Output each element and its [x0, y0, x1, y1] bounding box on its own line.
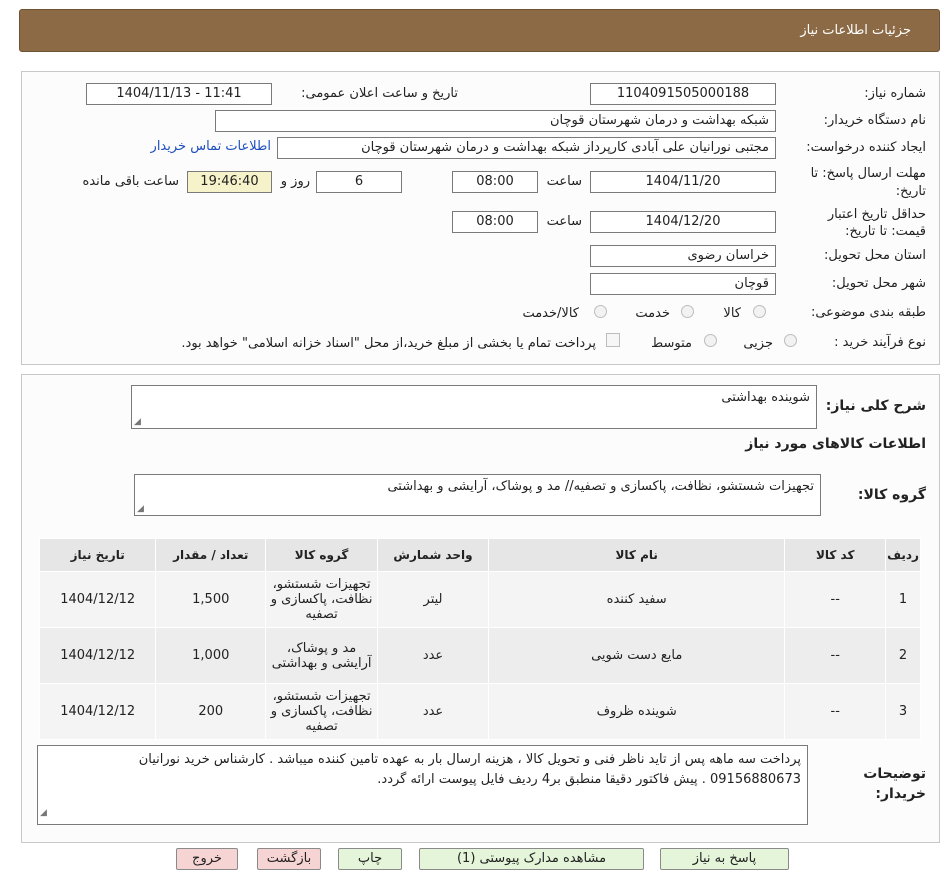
buyer-notes-textarea[interactable]: پرداخت سه ماهه پس از تاید ناظر فنی و تحو… [37, 745, 808, 825]
page-header: جزئیات اطلاعات نیاز [19, 9, 940, 52]
exit-button[interactable]: خروج [176, 848, 238, 870]
cell-unit: عدد [377, 683, 489, 740]
cell-group: تجهیزات شستشو، نظافت، پاکسازی و تصفیه [265, 683, 379, 740]
announce-label: تاریخ و ساعت اعلان عمومی: [301, 86, 458, 101]
announce-datetime-field: 1404/11/13 - 11:41 [86, 83, 272, 105]
process-option-minor: جزیی [743, 336, 773, 351]
category-radio-goods-service[interactable] [594, 305, 607, 318]
process-radio-medium[interactable] [704, 334, 717, 347]
category-option-service: خدمت [635, 306, 670, 321]
items-table: ردیف کد کالا نام کالا واحد شمارش گروه کا… [38, 538, 921, 740]
need-number-label: شماره نیاز: [864, 86, 926, 101]
cell-name: مایع دست شویی [487, 627, 786, 684]
days-remaining-field: 6 [316, 171, 402, 193]
process-option-medium: متوسط [651, 336, 692, 351]
resize-grip-icon: ◢ [40, 808, 47, 818]
view-attachments-button[interactable]: مشاهده مدارک پیوستی (1) [419, 848, 644, 870]
col-header-unit: واحد شمارش [377, 538, 489, 572]
buyer-notes-label-2: خریدار: [875, 786, 926, 802]
cell-group: مد و پوشاک، آرایشی و بهداشتی [265, 627, 379, 684]
category-option-goods: کالا [723, 306, 741, 321]
col-header-group: گروه کالا [265, 538, 379, 572]
print-button[interactable]: چاپ [338, 848, 402, 870]
category-option-goods-service: کالا/خدمت [522, 306, 579, 321]
goods-group-textarea[interactable]: تجهیزات شستشو، نظافت، پاکسازی و تصفیه// … [134, 474, 821, 516]
table-header-row: ردیف کد کالا نام کالا واحد شمارش گروه کا… [38, 538, 921, 572]
validity-time-field: 08:00 [452, 211, 538, 233]
col-header-quantity: تعداد / مقدار [155, 538, 267, 572]
category-label: طبقه بندی موضوعی: [810, 305, 926, 320]
cell-unit: لیتر [377, 571, 489, 628]
goods-group-text: تجهیزات شستشو، نظافت، پاکسازی و تصفیه// … [387, 479, 814, 494]
payment-note: پرداخت تمام یا بخشی از مبلغ خرید،از محل … [181, 336, 596, 351]
cell-code: -- [784, 571, 887, 628]
cell-quantity: 1,500 [155, 571, 267, 628]
buyer-org-label: نام دستگاه خریدار: [823, 113, 926, 128]
cell-code: -- [784, 683, 887, 740]
back-button[interactable]: بازگشت [257, 848, 321, 870]
need-number-field: 1104091505000188 [590, 83, 776, 105]
cell-date: 1404/12/12 [38, 571, 157, 628]
remaining-label: ساعت باقی مانده [82, 174, 179, 189]
days-label: روز و [280, 174, 310, 189]
category-radio-goods[interactable] [753, 305, 766, 318]
table-row: 3 -- شوینده ظروف عدد تجهیزات شستشو، نظاف… [38, 683, 921, 740]
category-radio-service[interactable] [681, 305, 694, 318]
validity-time-label: ساعت [546, 214, 582, 229]
cell-row-number: 1 [885, 571, 921, 628]
cell-quantity: 200 [155, 683, 267, 740]
province-label: استان محل تحویل: [824, 248, 926, 263]
deadline-time-field: 08:00 [452, 171, 538, 193]
process-label: نوع فرآیند خرید : [834, 335, 926, 350]
city-field: قوچان [590, 273, 776, 295]
summary-textarea[interactable]: شوینده بهداشتی ◢ [131, 385, 817, 429]
summary-label: شرح کلی نیاز: [825, 398, 926, 414]
cell-date: 1404/12/12 [38, 683, 157, 740]
cell-row-number: 3 [885, 683, 921, 740]
col-header-name: نام کالا [487, 538, 786, 572]
col-header-date: تاریخ نیاز [38, 538, 157, 572]
cell-unit: عدد [377, 627, 489, 684]
buyer-contact-link[interactable]: اطلاعات تماس خریدار [151, 139, 271, 154]
treasury-payment-checkbox[interactable] [606, 333, 620, 347]
remaining-time-field: 19:46:40 [187, 171, 272, 193]
cell-row-number: 2 [885, 627, 921, 684]
summary-text: شوینده بهداشتی [721, 390, 810, 405]
buyer-notes-label-1: توضیحات [863, 766, 926, 782]
resize-grip-icon: ◢ [137, 504, 144, 514]
table-row: 2 -- مایع دست شویی عدد مد و پوشاک، آرایش… [38, 627, 921, 684]
validity-label-1: حداقل تاریخ اعتبار [827, 207, 926, 222]
creator-label: ایجاد کننده درخواست: [806, 140, 926, 155]
cell-date: 1404/12/12 [38, 627, 157, 684]
page-title: جزئیات اطلاعات نیاز [800, 23, 911, 38]
deadline-time-label: ساعت [546, 174, 582, 189]
cell-name: شوینده ظروف [487, 683, 786, 740]
col-header-row-number: ردیف [885, 538, 921, 572]
buyer-org-field: شبکه بهداشت و درمان شهرستان قوچان [215, 110, 776, 132]
cell-group: تجهیزات شستشو، نظافت، پاکسازی و تصفیه [265, 571, 379, 628]
cell-name: سفید کننده [487, 571, 786, 628]
deadline-label-2: تاریخ: [895, 184, 926, 199]
reply-button[interactable]: پاسخ به نیاز [660, 848, 789, 870]
goods-group-label: گروه کالا: [857, 487, 926, 503]
col-header-code: کد کالا [784, 538, 887, 572]
validity-date-field: 1404/12/20 [590, 211, 776, 233]
buyer-notes-text: پرداخت سه ماهه پس از تاید ناظر فنی و تحو… [138, 752, 801, 787]
cell-quantity: 1,000 [155, 627, 267, 684]
table-row: 1 -- سفید کننده لیتر تجهیزات شستشو، نظاف… [38, 571, 921, 628]
deadline-label-1: مهلت ارسال پاسخ: تا [810, 166, 926, 181]
creator-field: مجتبی نورانیان علی آبادی کارپرداز شبکه ب… [277, 137, 776, 159]
deadline-date-field: 1404/11/20 [590, 171, 776, 193]
cell-code: -- [784, 627, 887, 684]
validity-label-2: قیمت: تا تاریخ: [845, 224, 926, 239]
goods-section-title: اطلاعات کالاهای مورد نیاز [745, 436, 926, 452]
city-label: شهر محل تحویل: [831, 276, 926, 291]
process-radio-minor[interactable] [784, 334, 797, 347]
province-field: خراسان رضوی [590, 245, 776, 267]
resize-grip-icon: ◢ [134, 417, 141, 427]
